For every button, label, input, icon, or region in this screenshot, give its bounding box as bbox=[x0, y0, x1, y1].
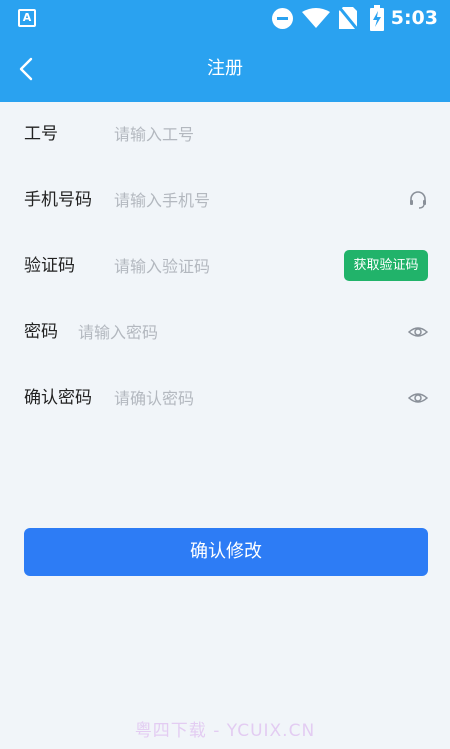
phone-row: 手机号码 请输入手机号 bbox=[0, 168, 450, 234]
eye-icon[interactable] bbox=[408, 388, 428, 408]
get-code-button[interactable]: 获取验证码 bbox=[344, 250, 428, 281]
status-time: 5:03 bbox=[390, 7, 438, 29]
status-bar: A 5:03 bbox=[0, 0, 450, 36]
watermark: 粤四下载 - YCUIX.CN bbox=[134, 721, 316, 741]
app-badge-icon: A bbox=[18, 9, 36, 27]
confirm-password-input[interactable]: 请确认密码 bbox=[114, 386, 194, 412]
register-form: 工号 请输入工号 手机号码 请输入手机号 验证码 请输入验证码 获取验证码 密码… bbox=[0, 102, 450, 432]
password-label: 密码 bbox=[24, 322, 58, 342]
wifi-icon bbox=[302, 8, 330, 28]
confirm-modify-button[interactable]: 确认修改 bbox=[24, 528, 428, 576]
verification-label: 验证码 bbox=[24, 256, 75, 276]
phone-input[interactable]: 请输入手机号 bbox=[114, 188, 210, 214]
confirm-password-row: 确认密码 请确认密码 bbox=[0, 366, 450, 432]
battery-charging-icon bbox=[370, 5, 384, 31]
employee-id-input[interactable]: 请输入工号 bbox=[114, 122, 194, 148]
confirm-password-label: 确认密码 bbox=[24, 388, 92, 408]
password-input[interactable]: 请输入密码 bbox=[78, 320, 158, 346]
no-sim-icon bbox=[338, 6, 358, 30]
headset-icon[interactable] bbox=[408, 190, 428, 210]
do-not-disturb-icon bbox=[272, 8, 293, 29]
verification-row: 验证码 请输入验证码 获取验证码 bbox=[0, 234, 450, 300]
phone-label: 手机号码 bbox=[24, 190, 92, 210]
password-row: 密码 请输入密码 bbox=[0, 300, 450, 366]
verification-input[interactable]: 请输入验证码 bbox=[114, 254, 210, 280]
employee-id-label: 工号 bbox=[24, 124, 58, 144]
page-title: 注册 bbox=[207, 58, 243, 79]
employee-id-row: 工号 请输入工号 bbox=[0, 102, 450, 168]
app-header: 注册 bbox=[0, 36, 450, 102]
eye-icon[interactable] bbox=[408, 322, 428, 342]
